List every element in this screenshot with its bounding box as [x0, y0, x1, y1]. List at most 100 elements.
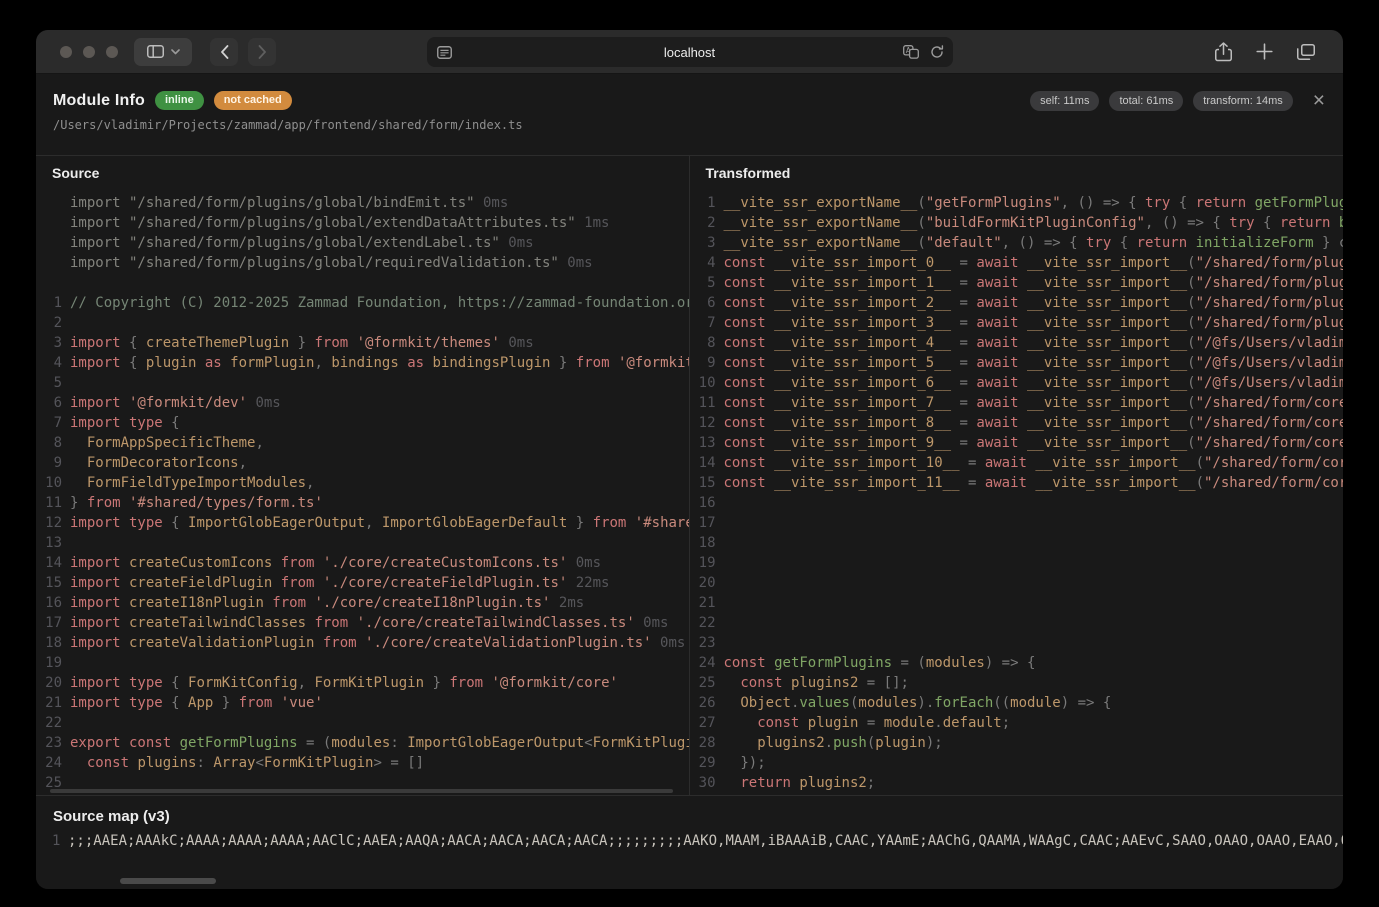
line-number: 6	[36, 393, 62, 413]
new-tab-button[interactable]	[1256, 43, 1273, 60]
code-line: 11} from '#shared/types/form.ts'	[36, 493, 689, 513]
code-line: 22	[690, 613, 1344, 633]
sourcemap-title: Source map (v3)	[36, 796, 1343, 831]
code-line: 20	[690, 573, 1344, 593]
code-line: 13const __vite_ssr_import_9__ = await __…	[690, 433, 1344, 453]
line-number: 20	[36, 673, 62, 693]
share-button[interactable]	[1215, 42, 1232, 62]
line-number: 25	[690, 673, 716, 693]
code-line: 23	[690, 633, 1344, 653]
code-line: 18import createValidationPlugin from './…	[36, 633, 689, 653]
line-number: 29	[690, 753, 716, 773]
line-number: 5	[690, 273, 716, 293]
code-line: 10 FormFieldTypeImportModules,	[36, 473, 689, 493]
forward-button[interactable]	[248, 38, 276, 66]
tab-overview-icon	[1297, 44, 1315, 60]
line-number: 23	[690, 633, 716, 653]
line-number: 27	[690, 713, 716, 733]
line-number: 22	[690, 613, 716, 633]
line-number: 9	[36, 453, 62, 473]
line-number: 17	[690, 513, 716, 533]
line-number: 12	[36, 513, 62, 533]
chevron-right-icon	[258, 45, 267, 59]
transformed-pane: Transformed 1__vite_ssr_exportName__("ge…	[690, 156, 1344, 795]
code-line: 30 return plugins2;	[690, 773, 1344, 793]
zoom-window-button[interactable]	[106, 46, 118, 58]
line-number: 16	[36, 593, 62, 613]
line-number: 28	[690, 733, 716, 753]
module-inspector-page: Module Info inline not cached self: 11ms…	[36, 74, 1343, 889]
code-line: 4import { plugin as formPlugin, bindings…	[36, 353, 689, 373]
line-number: 6	[690, 293, 716, 313]
code-line: 12import type { ImportGlobEagerOutput, I…	[36, 513, 689, 533]
line-number: 10	[36, 473, 62, 493]
code-line: import "/shared/form/plugins/global/bind…	[36, 193, 689, 213]
code-line: 15import createFieldPlugin from './core/…	[36, 573, 689, 593]
line-number: 9	[690, 353, 716, 373]
line-number: 7	[36, 413, 62, 433]
bottom-horizontal-scrollbar[interactable]	[120, 878, 216, 884]
code-line: import "/shared/form/plugins/global/exte…	[36, 233, 689, 253]
tab-overview-button[interactable]	[1297, 44, 1315, 60]
code-line: 21import type { App } from 'vue'	[36, 693, 689, 713]
translate-button[interactable]: A	[903, 45, 919, 59]
sourcemap-section: Source map (v3) 1 ;;;AAEA;AAAkC;AAAA;AAA…	[36, 795, 1343, 889]
minimize-window-button[interactable]	[83, 46, 95, 58]
close-panel-button[interactable]: ×	[1313, 90, 1325, 111]
share-icon	[1215, 42, 1232, 62]
line-number: 14	[36, 553, 62, 573]
transformed-code[interactable]: 1__vite_ssr_exportName__("getFormPlugins…	[690, 190, 1344, 795]
browser-toolbar: localhost A	[36, 30, 1343, 74]
source-horizontal-scrollbar[interactable]	[50, 789, 673, 793]
code-line: 24const getFormPlugins = (modules) => {	[690, 653, 1344, 673]
chevron-down-icon	[171, 49, 180, 55]
code-line: 20import type { FormKitConfig, FormKitPl…	[36, 673, 689, 693]
source-pane: Source import "/shared/form/plugins/glob…	[36, 156, 690, 795]
code-line: import "/shared/form/plugins/global/requ…	[36, 253, 689, 273]
source-code[interactable]: import "/shared/form/plugins/global/bind…	[36, 190, 689, 795]
module-file-path: /Users/vladimir/Projects/zammad/app/fron…	[53, 118, 1325, 132]
back-button[interactable]	[210, 38, 238, 66]
browser-window: localhost A Mo	[36, 30, 1343, 889]
code-line: 16	[690, 493, 1344, 513]
code-line: 13	[36, 533, 689, 553]
line-number: 2	[36, 313, 62, 333]
line-number: 12	[690, 413, 716, 433]
code-line: 6const __vite_ssr_import_2__ = await __v…	[690, 293, 1344, 313]
sidebar-toggle-button[interactable]	[134, 38, 192, 66]
line-number: 16	[690, 493, 716, 513]
cache-status-badge: not cached	[214, 91, 292, 110]
line-number: 8	[36, 433, 62, 453]
code-line: 2__vite_ssr_exportName__("buildFormKitPl…	[690, 213, 1344, 233]
code-line: 18	[690, 533, 1344, 553]
address-bar-actions: A	[903, 37, 944, 67]
code-line: 10const __vite_ssr_import_6__ = await __…	[690, 373, 1344, 393]
code-line: 9 FormDecoratorIcons,	[36, 453, 689, 473]
code-line: 8 FormAppSpecificTheme,	[36, 433, 689, 453]
sourcemap-line-number: 1	[52, 831, 61, 851]
line-number: 15	[690, 473, 716, 493]
code-line: 28 plugins2.push(plugin);	[690, 733, 1344, 753]
address-bar[interactable]: localhost A	[427, 37, 953, 67]
line-number: 24	[36, 753, 62, 773]
transformed-pane-header: Transformed	[690, 156, 1344, 190]
line-number: 4	[36, 353, 62, 373]
transform-time-badge: transform: 14ms	[1193, 91, 1292, 111]
line-number: 24	[690, 653, 716, 673]
line-number: 30	[690, 773, 716, 793]
line-number: 1	[36, 293, 62, 313]
sourcemap-line: 1 ;;;AAEA;AAAkC;AAAA;AAAA;AAAA;AAClC;AAE…	[36, 831, 1343, 851]
reload-button[interactable]	[930, 45, 944, 59]
transformed-pane-title: Transformed	[706, 165, 791, 181]
line-number: 19	[36, 653, 62, 673]
code-line: 8const __vite_ssr_import_4__ = await __v…	[690, 333, 1344, 353]
reload-icon	[930, 45, 944, 59]
close-window-button[interactable]	[60, 46, 72, 58]
line-number: 1	[690, 193, 716, 213]
code-line: 5	[36, 373, 689, 393]
line-number: 13	[690, 433, 716, 453]
line-number: 18	[36, 633, 62, 653]
line-number: 20	[690, 573, 716, 593]
line-number: 19	[690, 553, 716, 573]
code-line: 15const __vite_ssr_import_11__ = await _…	[690, 473, 1344, 493]
